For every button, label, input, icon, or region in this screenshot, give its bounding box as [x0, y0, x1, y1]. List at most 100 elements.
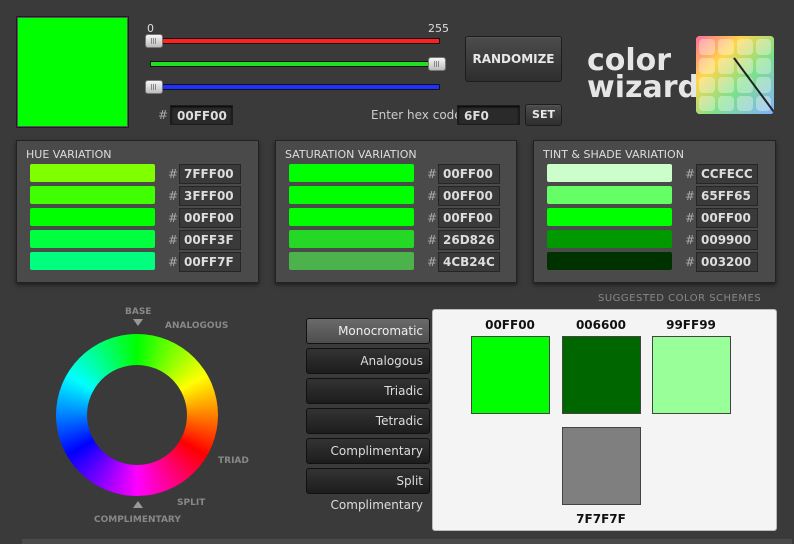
- hue-variation-title: HUE VARIATION: [26, 148, 112, 161]
- red-slider-thumb[interactable]: [145, 34, 163, 48]
- wheel-label-triad: TRIAD: [218, 456, 249, 466]
- variation-hex-value: 26D826: [438, 230, 500, 250]
- complimentary-marker-icon[interactable]: [133, 501, 143, 508]
- blue-slider-thumb[interactable]: [145, 80, 163, 94]
- set-button[interactable]: SET: [525, 104, 562, 126]
- hash-symbol: #: [427, 255, 438, 269]
- logo-text-wizard: wizard: [587, 70, 699, 105]
- hash-symbol: #: [427, 167, 438, 181]
- hash-symbol: #: [685, 233, 696, 247]
- randomize-button[interactable]: RANDOMIZE: [465, 36, 562, 82]
- variation-row[interactable]: #003200: [547, 252, 762, 272]
- variation-hex-value: 00FF3F: [179, 230, 241, 250]
- slider-max-label: 255: [428, 22, 449, 35]
- variation-swatch[interactable]: [30, 164, 155, 182]
- tint-shade-variation-panel: TINT & SHADE VARIATION # CCFECC #65FF65 #00…: [533, 140, 776, 283]
- green-slider-thumb[interactable]: [428, 57, 446, 71]
- variation-hex-value: 00FF00: [438, 186, 500, 206]
- hue-variation-panel: HUE VARIATION #7FFF00 #3FFF00 #00FF00 #00FF…: [16, 140, 259, 283]
- variation-hex-value: 65FF65: [696, 186, 758, 206]
- scheme-button-analogous[interactable]: Analogous: [306, 348, 430, 374]
- variation-row[interactable]: #00FF00: [547, 208, 762, 228]
- hash-symbol: #: [427, 233, 438, 247]
- variation-swatch[interactable]: [289, 208, 414, 226]
- scheme-button-split-complimentary[interactable]: Split Complimentary: [306, 468, 430, 512]
- color-preview-swatch: [16, 16, 129, 128]
- hash-symbol: #: [168, 211, 179, 225]
- enter-hex-label: Enter hex code:: [371, 108, 466, 122]
- wheel-label-base: BASE: [125, 307, 152, 317]
- hash-symbol: #: [427, 189, 438, 203]
- wheel-label-split: SPLIT: [177, 498, 206, 508]
- red-slider-track[interactable]: [160, 38, 440, 44]
- variation-swatch[interactable]: [289, 164, 414, 182]
- variation-row[interactable]: #00FF00: [289, 164, 504, 184]
- variation-row[interactable]: #00FF00: [289, 208, 504, 228]
- scheme-button-triadic[interactable]: Triadic: [306, 378, 430, 404]
- result-hex-label: 7F7F7F: [576, 512, 626, 526]
- variation-row[interactable]: #00FF7F: [30, 252, 245, 272]
- hash-symbol: #: [685, 211, 696, 225]
- hash-symbol: #: [168, 255, 179, 269]
- variation-swatch[interactable]: [547, 164, 672, 182]
- variation-swatch[interactable]: [30, 208, 155, 226]
- tint-shade-variation-title: TINT & SHADE VARIATION: [543, 148, 684, 161]
- hash-symbol: #: [427, 211, 438, 225]
- blue-slider-track[interactable]: [158, 84, 440, 90]
- hash-symbol: #: [685, 189, 696, 203]
- hash-symbol: #: [168, 189, 179, 203]
- saturation-variation-title: SATURATION VARIATION: [285, 148, 417, 161]
- bottom-bar: [22, 539, 792, 544]
- variation-hex-value: CCFECC: [696, 164, 758, 184]
- green-slider-track[interactable]: [150, 61, 440, 67]
- current-hex-value: 00FF00: [170, 105, 233, 125]
- scheme-button-tetradic[interactable]: Tetradic: [306, 408, 430, 434]
- variation-hex-value: 00FF00: [179, 208, 241, 228]
- variation-row[interactable]: #00FF00: [289, 186, 504, 206]
- variation-swatch[interactable]: [289, 186, 414, 204]
- suggested-schemes-label: SUGGESTED COLOR SCHEMES: [598, 293, 762, 304]
- variation-swatch[interactable]: [289, 252, 414, 270]
- hex-code-input[interactable]: 6F0: [457, 105, 520, 125]
- hash-symbol: #: [685, 255, 696, 269]
- variation-hex-value: 00FF00: [438, 164, 500, 184]
- variation-row[interactable]: #009900: [547, 230, 762, 250]
- wheel-label-complimentary: COMPLIMENTARY: [94, 515, 181, 525]
- variation-row[interactable]: #00FF3F: [30, 230, 245, 250]
- result-swatch[interactable]: [471, 336, 550, 414]
- variation-hex-value: 3FFF00: [179, 186, 241, 206]
- hex-hash-symbol: #: [158, 108, 169, 122]
- variation-row[interactable]: #7FFF00: [30, 164, 245, 184]
- variation-hex-value: 7FFF00: [179, 164, 241, 184]
- variation-row[interactable]: #26D826: [289, 230, 504, 250]
- base-marker-icon[interactable]: [133, 319, 143, 326]
- variation-row[interactable]: #00FF00: [30, 208, 245, 228]
- variation-row[interactable]: #65FF65: [547, 186, 762, 206]
- variation-swatch[interactable]: [30, 186, 155, 204]
- variation-hex-value: 009900: [696, 230, 758, 250]
- wheel-label-analogous: ANALOGOUS: [165, 321, 229, 331]
- variation-swatch[interactable]: [289, 230, 414, 248]
- result-swatch[interactable]: [562, 336, 641, 414]
- variation-swatch[interactable]: [547, 252, 672, 270]
- scheme-button-monocromatic[interactable]: Monocromatic: [306, 318, 430, 344]
- variation-swatch[interactable]: [30, 252, 155, 270]
- variation-swatch[interactable]: [547, 186, 672, 204]
- variation-row[interactable]: #4CB24C: [289, 252, 504, 272]
- result-swatch[interactable]: [652, 336, 731, 414]
- hash-symbol: #: [685, 167, 696, 181]
- result-hex-label: 99FF99: [666, 318, 716, 332]
- variation-hex-value: 00FF00: [438, 208, 500, 228]
- result-swatch[interactable]: [562, 427, 641, 505]
- color-wheel[interactable]: [55, 333, 219, 497]
- scheme-button-complimentary[interactable]: Complimentary: [306, 438, 430, 464]
- variation-swatch[interactable]: [547, 230, 672, 248]
- hash-symbol: #: [168, 233, 179, 247]
- variation-hex-value: 00FF7F: [179, 252, 241, 272]
- variation-hex-value: 003200: [696, 252, 758, 272]
- variation-row[interactable]: # CCFECC: [547, 164, 762, 184]
- saturation-variation-panel: SATURATION VARIATION #00FF00 #00FF00 #00FF…: [275, 140, 517, 283]
- variation-swatch[interactable]: [547, 208, 672, 226]
- variation-swatch[interactable]: [30, 230, 155, 248]
- variation-row[interactable]: #3FFF00: [30, 186, 245, 206]
